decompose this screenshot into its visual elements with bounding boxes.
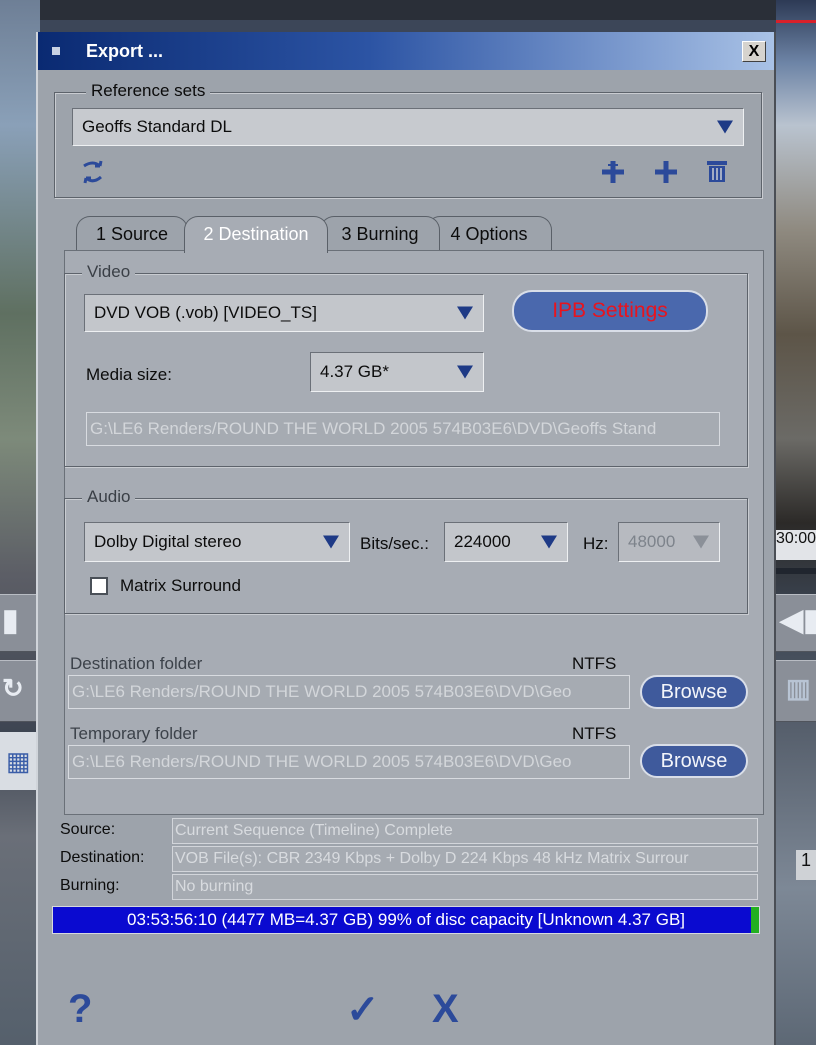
background-left-strip: ▮ xyxy=(0,594,40,652)
tab-destination[interactable]: 2 Destination xyxy=(184,216,328,253)
summary-destination-value: VOB File(s): CBR 2349 Kbps + Dolby D 224… xyxy=(172,846,758,872)
background-copy-icon[interactable]: ▥ xyxy=(786,673,811,704)
background-right-preview xyxy=(776,0,816,1045)
disc-capacity-remaining xyxy=(751,907,759,933)
background-list-panel: ▦ xyxy=(0,732,40,790)
audio-format-select[interactable]: Dolby Digital stereo xyxy=(84,522,350,562)
audio-legend: Audio xyxy=(82,487,136,507)
summary-source-value: Current Sequence (Timeline) Complete xyxy=(172,818,758,844)
temporary-fs-label: NTFS xyxy=(572,724,617,743)
chevron-down-icon xyxy=(541,535,557,549)
destination-folder-label: Destination folder xyxy=(70,654,203,673)
video-legend: Video xyxy=(82,262,136,282)
background-left-play-icon[interactable]: ▮ xyxy=(2,603,19,638)
background-scrubber[interactable] xyxy=(776,568,816,574)
background-list-icon[interactable]: ▦ xyxy=(6,746,31,777)
temporary-browse-button[interactable]: Browse xyxy=(640,744,748,778)
summary-destination-label: Destination: xyxy=(60,849,145,866)
add-multiple-icon[interactable] xyxy=(599,159,627,185)
hz-value: 48000 xyxy=(628,532,676,551)
export-dialog: Export ... X Reference sets Geoffs Stand… xyxy=(36,32,776,1045)
background-redo-icon[interactable]: ↻ xyxy=(2,673,24,704)
temporary-folder-label: Temporary folder xyxy=(70,724,198,743)
summary-burning-value: No burning xyxy=(172,874,758,900)
temporary-folder-path[interactable]: G:\LE6 Renders/ROUND THE WORLD 2005 574B… xyxy=(68,745,630,779)
chevron-down-icon xyxy=(457,365,473,379)
chevron-down-icon xyxy=(717,120,733,134)
matrix-surround-checkbox[interactable] xyxy=(90,577,108,595)
background-red-line xyxy=(776,20,816,23)
destination-folder-path[interactable]: G:\LE6 Renders/ROUND THE WORLD 2005 574B… xyxy=(68,675,630,709)
video-output-path[interactable]: G:\LE6 Renders/ROUND THE WORLD 2005 574B… xyxy=(86,412,720,446)
media-size-select[interactable]: 4.37 GB* xyxy=(310,352,484,392)
destination-fs-label: NTFS xyxy=(572,654,617,673)
background-left-toolbar: ↻ xyxy=(0,660,40,722)
background-timecode: 30:00 xyxy=(776,530,816,560)
tab-source[interactable]: 1 Source xyxy=(76,216,188,251)
background-right-toolbar: ▥ xyxy=(776,660,816,722)
cancel-x-icon[interactable]: X xyxy=(432,987,459,1032)
system-menu-icon[interactable] xyxy=(52,47,60,55)
reference-set-select[interactable]: Geoffs Standard DL xyxy=(72,108,744,146)
title-bar[interactable]: Export ... X xyxy=(38,32,774,70)
audio-format-value: Dolby Digital stereo xyxy=(94,532,242,551)
destination-browse-button[interactable]: Browse xyxy=(640,675,748,709)
tab-burning[interactable]: 3 Burning xyxy=(320,216,440,251)
close-button[interactable]: X xyxy=(742,41,766,62)
hz-label: Hz: xyxy=(583,534,609,553)
refresh-icon[interactable] xyxy=(80,160,106,184)
chevron-down-icon xyxy=(693,535,709,549)
chevron-down-icon xyxy=(457,306,473,320)
background-left-preview xyxy=(0,0,40,1045)
ipb-settings-button[interactable]: IPB Settings xyxy=(512,290,708,332)
media-size-value: 4.37 GB* xyxy=(320,362,389,381)
summary-source-label: Source: xyxy=(60,821,116,838)
help-icon[interactable]: ? xyxy=(68,987,92,1032)
matrix-surround-label: Matrix Surround xyxy=(120,576,241,595)
reference-set-value: Geoffs Standard DL xyxy=(82,117,232,136)
video-format-value: DVD VOB (.vob) [VIDEO_TS] xyxy=(94,303,317,322)
window-title: Export ... xyxy=(86,41,164,61)
background-number: 1 xyxy=(796,850,816,880)
reference-sets-legend: Reference sets xyxy=(86,81,211,101)
background-right-play-icon[interactable]: ◀▮ xyxy=(780,603,816,638)
tab-options[interactable]: 4 Options xyxy=(426,216,552,251)
background-top-bar xyxy=(0,0,816,20)
bits-per-sec-value: 224000 xyxy=(454,532,511,551)
video-format-select[interactable]: DVD VOB (.vob) [VIDEO_TS] xyxy=(84,294,484,332)
chevron-down-icon xyxy=(323,535,339,549)
background-right-strip: ◀▮ xyxy=(776,594,816,652)
ok-checkmark-icon[interactable]: ✓ xyxy=(346,987,380,1033)
delete-icon[interactable] xyxy=(705,158,729,184)
summary-burning-label: Burning: xyxy=(60,877,120,894)
disc-capacity-text: 03:53:56:10 (4477 MB=4.37 GB) 99% of dis… xyxy=(126,910,686,929)
media-size-label: Media size: xyxy=(86,365,172,384)
hz-select[interactable]: 48000 xyxy=(618,522,720,562)
bits-per-sec-select[interactable]: 224000 xyxy=(444,522,568,562)
disc-capacity-bar: 03:53:56:10 (4477 MB=4.37 GB) 99% of dis… xyxy=(52,906,760,934)
add-icon[interactable] xyxy=(653,159,679,185)
bits-per-sec-label: Bits/sec.: xyxy=(360,534,429,553)
